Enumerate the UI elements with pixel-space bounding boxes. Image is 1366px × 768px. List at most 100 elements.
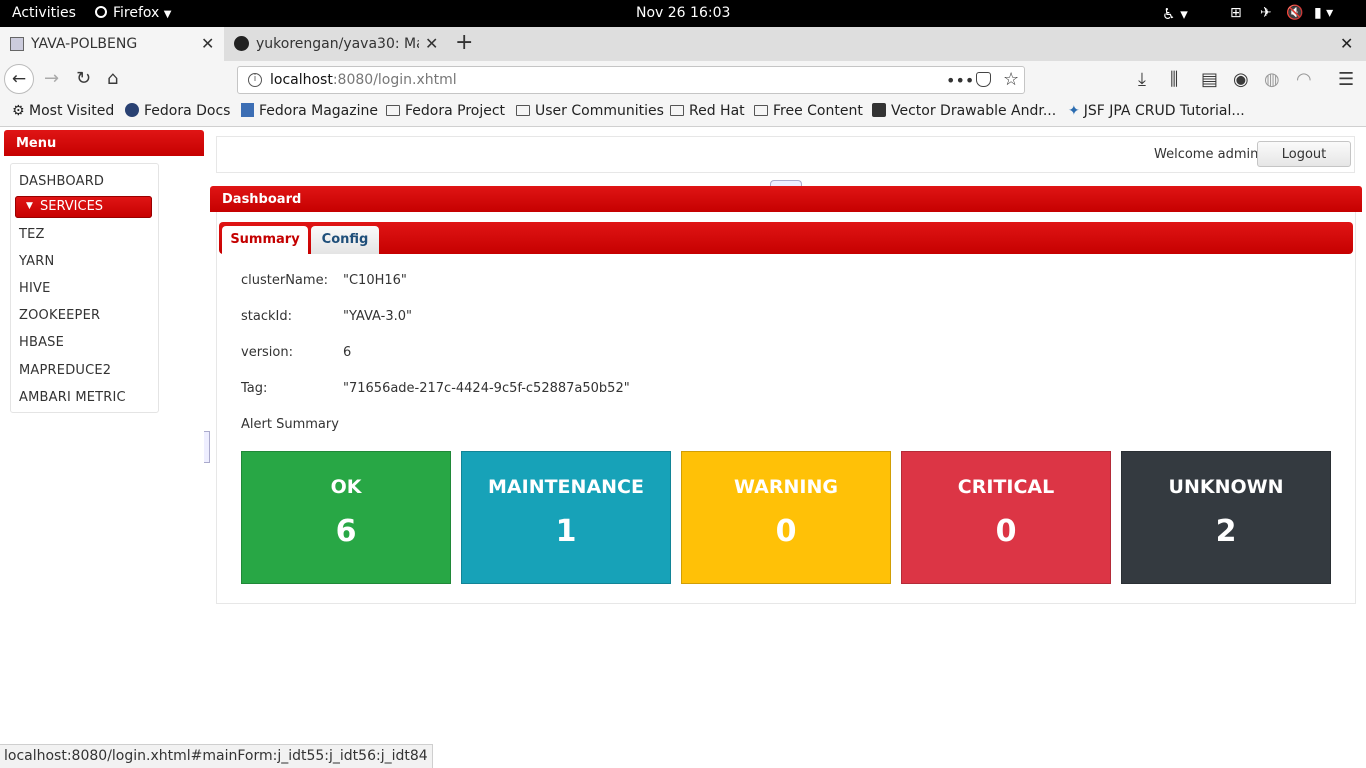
account-icon[interactable]: ◉	[1233, 71, 1249, 89]
fedora-icon	[125, 103, 139, 117]
pocket-icon[interactable]	[976, 72, 991, 87]
menu-panel-header[interactable]: Menu	[4, 130, 204, 156]
bookmark-folder-fedora-project[interactable]: Fedora Project	[386, 103, 505, 119]
field-value: "C10H16"	[343, 273, 407, 288]
downloads-icon[interactable]: ⤓	[1138, 71, 1146, 89]
site-icon: ✦	[1068, 103, 1080, 119]
hamburger-menu-icon[interactable]: ☰	[1338, 71, 1354, 89]
sidebar-collapse-handle[interactable]	[204, 431, 210, 463]
menu-item-mapreduce2[interactable]: MAPREDUCE2	[19, 363, 111, 378]
bookmark-most-visited[interactable]: ⚙ Most Visited	[12, 103, 114, 119]
battery-icon[interactable]: ▮ ▾	[1314, 5, 1333, 21]
tab-title: yukorengan/yava30: Mag	[256, 36, 419, 52]
home-icon[interactable]: ⌂	[107, 70, 118, 88]
menu-item-zookeeper[interactable]: ZOOKEEPER	[19, 308, 100, 323]
alert-card-count: 2	[1215, 514, 1237, 549]
chevron-down-icon: ▼	[163, 9, 172, 20]
field-label: clusterName:	[241, 273, 328, 288]
menu-item-ambari-metric[interactable]: AMBARI METRIC	[19, 390, 126, 405]
bookmark-folder-free-content[interactable]: Free Content	[754, 103, 863, 119]
alert-card-count: 1	[555, 514, 577, 549]
site-icon	[872, 103, 886, 117]
logout-button[interactable]: Logout	[1257, 141, 1351, 167]
alert-card-critical: CRITICAL 0	[901, 451, 1111, 584]
bookmark-label: User Communities	[535, 103, 664, 119]
bookmark-star-icon[interactable]: ☆	[1003, 69, 1019, 90]
folder-icon	[516, 105, 530, 116]
clock[interactable]: Nov 26 16:03	[636, 5, 730, 21]
folder-icon	[754, 105, 768, 116]
close-tab-icon[interactable]: ✕	[201, 34, 214, 53]
alert-card-warning: WARNING 0	[681, 451, 891, 584]
alert-card-title: MAINTENANCE	[488, 476, 644, 498]
bookmark-label: Free Content	[773, 103, 863, 119]
new-tab-icon[interactable]: +	[455, 30, 473, 55]
forward-icon[interactable]: →	[44, 70, 59, 88]
tab-config[interactable]: Config	[311, 226, 379, 254]
url-bar[interactable]: i localhost:8080/login.xhtml ••• ☆	[237, 66, 1025, 94]
fedora-magazine-icon	[241, 103, 254, 117]
back-button[interactable]: ←	[4, 64, 34, 94]
sidebar-icon[interactable]: ▤	[1201, 71, 1218, 89]
volume-muted-icon[interactable]: 🔇	[1286, 5, 1303, 21]
tab-summary[interactable]: Summary	[222, 226, 308, 254]
alert-card-ok: OK 6	[241, 451, 451, 584]
app-name: Firefox	[113, 5, 160, 21]
field-label: stackId:	[241, 309, 292, 324]
folder-icon	[386, 105, 400, 116]
alert-summary-heading: Alert Summary	[241, 417, 339, 432]
dashboard-panel-header: Dashboard	[210, 186, 1362, 212]
menu-item-services[interactable]: ▼ SERVICES	[15, 196, 152, 218]
page-actions-icon[interactable]: •••	[946, 71, 974, 90]
alert-card-title: OK	[330, 476, 362, 498]
tab-bar	[219, 222, 1353, 254]
activities-button[interactable]: Activities	[12, 5, 76, 21]
bookmark-label: Vector Drawable Andr...	[891, 103, 1057, 119]
reload-icon[interactable]: ↻	[76, 70, 91, 88]
field-value: 6	[343, 345, 352, 360]
field-label: version:	[241, 345, 293, 360]
close-tab-icon[interactable]: ✕	[425, 34, 438, 53]
bookmark-jsf-jpa-crud[interactable]: ✦ JSF JPA CRUD Tutorial...	[1068, 103, 1245, 119]
url-host: localhost	[270, 72, 333, 88]
bookmark-label: Most Visited	[29, 103, 115, 119]
bookmark-fedora-magazine[interactable]: Fedora Magazine	[241, 103, 378, 119]
firefox-app-menu[interactable]: Firefox ▼	[95, 5, 172, 21]
alert-card-count: 0	[995, 514, 1017, 549]
bookmark-folder-user-communities[interactable]: User Communities	[516, 103, 664, 119]
browser-tab[interactable]: yukorengan/yava30: Mag ✕	[226, 27, 450, 61]
library-icon[interactable]: ⫼	[1170, 71, 1178, 89]
bookmark-vector-drawable[interactable]: Vector Drawable Andr...	[872, 103, 1056, 119]
bookmark-label: Fedora Docs	[144, 103, 231, 119]
page-favicon-icon	[10, 37, 24, 51]
system-top-bar: Activities Firefox ▼ Nov 26 16:03 ♿ ▾ ⊞ …	[0, 0, 1366, 27]
close-window-icon[interactable]: ✕	[1340, 34, 1353, 53]
globe-icon[interactable]: ◍	[1264, 71, 1280, 89]
menu-item-yarn[interactable]: YARN	[19, 254, 54, 269]
url-text[interactable]: localhost:8080/login.xhtml	[270, 72, 457, 88]
field-value: "YAVA-3.0"	[343, 309, 412, 324]
browser-tab-active[interactable]: YAVA-POLBENG ✕	[0, 27, 224, 61]
info-icon[interactable]: i	[248, 73, 262, 87]
caret-down-icon: ▼	[26, 201, 33, 211]
bookmark-label: JSF JPA CRUD Tutorial...	[1083, 103, 1245, 119]
menu-title: Menu	[16, 136, 57, 151]
folder-icon	[670, 105, 684, 116]
alert-card-maintenance: MAINTENANCE 1	[461, 451, 671, 584]
bookmark-fedora-docs[interactable]: Fedora Docs	[125, 103, 230, 119]
accessibility-icon[interactable]: ♿ ▾	[1162, 5, 1188, 23]
menu-item-hbase[interactable]: HBASE	[19, 335, 64, 350]
airplane-mode-icon[interactable]: ✈	[1260, 5, 1272, 21]
tab-strip: YAVA-POLBENG ✕ yukorengan/yava30: Mag ✕ …	[0, 27, 1366, 62]
extension-icon[interactable]: ◠	[1296, 71, 1312, 89]
welcome-text: Welcome admin	[1154, 147, 1259, 162]
network-icon[interactable]: ⊞	[1230, 5, 1242, 21]
menu-item-dashboard[interactable]: DASHBOARD	[19, 174, 104, 189]
bookmark-label: Fedora Magazine	[259, 103, 378, 119]
field-label: Tag:	[241, 381, 268, 396]
bookmark-folder-red-hat[interactable]: Red Hat	[670, 103, 745, 119]
menu-item-hive[interactable]: HIVE	[19, 281, 51, 296]
menu-item-tez[interactable]: TEZ	[19, 227, 45, 242]
link-status-bar: localhost:8080/login.xhtml#mainForm:j_id…	[0, 744, 433, 768]
alert-card-title: WARNING	[734, 476, 838, 498]
